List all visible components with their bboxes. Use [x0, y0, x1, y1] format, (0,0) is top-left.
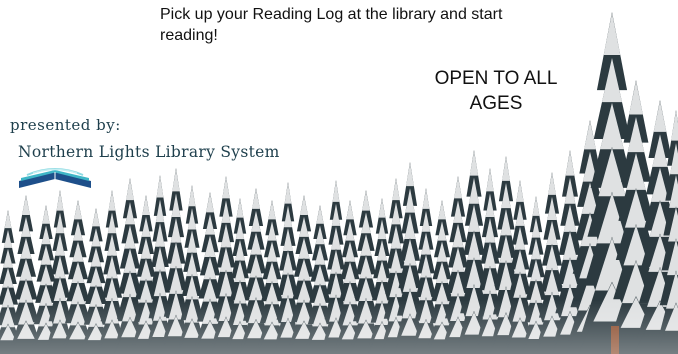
tree-snow — [378, 199, 386, 218]
tree-snow — [300, 196, 308, 215]
tree-snow — [603, 13, 621, 55]
tree-snow — [236, 199, 244, 218]
tree-snow — [516, 181, 524, 202]
tree-snow — [629, 81, 643, 115]
tree-snow — [346, 201, 354, 220]
tree-snow — [406, 163, 414, 187]
tree-snow — [206, 193, 214, 213]
tree-snow — [486, 169, 494, 192]
presented-by-label: presented by: — [10, 116, 121, 134]
tree-snow — [316, 206, 324, 224]
open-to-all-ages-text: OPEN TO ALL AGES — [434, 68, 558, 114]
pickup-reading-log-text: Pick up your Reading Log at the library … — [160, 6, 503, 44]
tree-snow — [222, 177, 230, 199]
tree-snow — [392, 179, 400, 201]
tree-snow — [268, 201, 276, 220]
tree-snow — [548, 173, 556, 195]
tree-snow — [502, 157, 510, 181]
tree-snow — [42, 206, 50, 224]
tree-snow — [172, 169, 180, 192]
tree-snow — [653, 101, 667, 132]
open-book-aurora-icon — [19, 168, 91, 188]
tree-snow — [362, 191, 370, 211]
tree-snow — [56, 191, 64, 211]
tree-snow — [156, 176, 164, 198]
tree-snow — [92, 209, 100, 227]
tree-snow — [332, 181, 340, 202]
tree-snow — [565, 151, 575, 176]
tree-snow — [671, 111, 678, 141]
snowy-forest-illustration — [0, 12, 678, 354]
tree-snow — [4, 211, 12, 229]
tree-snow — [252, 189, 260, 209]
tree-snow — [438, 201, 446, 220]
tree-snow — [532, 197, 540, 216]
tree-snow — [142, 196, 150, 215]
tree-snow — [454, 177, 462, 199]
tree-snow — [469, 151, 479, 176]
tree-snow — [188, 186, 196, 207]
reading-log-poster: Pick up your Reading Log at the library … — [0, 0, 678, 354]
tree-snow — [74, 201, 82, 220]
tree-snow — [584, 121, 596, 150]
tree-snow — [422, 189, 430, 209]
tree-snow — [108, 191, 116, 211]
tree-snow — [126, 179, 134, 201]
tree-snow — [284, 183, 292, 204]
library-name: Northern Lights Library System — [18, 143, 280, 161]
tree-snow — [22, 196, 30, 215]
